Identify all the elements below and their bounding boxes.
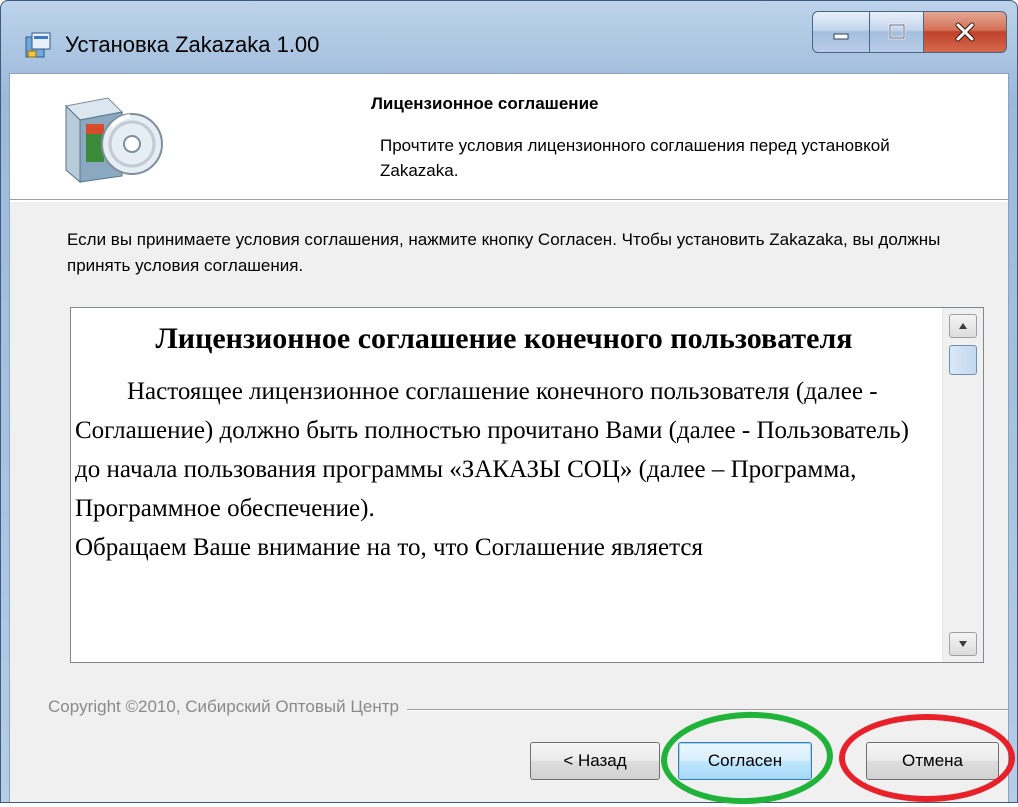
license-text-box[interactable]: Лицензионное соглашение конечного пользо…: [70, 307, 984, 663]
title-bar[interactable]: Установка Zakazaka 1.00: [1, 1, 1017, 73]
back-button[interactable]: < Назад: [530, 742, 660, 780]
cancel-button[interactable]: Отмена: [866, 742, 999, 780]
header-title: Лицензионное соглашение: [371, 94, 599, 113]
window-controls: [812, 11, 1007, 53]
license-paragraph: Обращаем Ваше внимание на то, что Соглаш…: [75, 534, 703, 561]
wizard-header: Лицензионное соглашение Прочтите условия…: [10, 74, 1008, 202]
license-heading: Лицензионное соглашение конечного пользо…: [155, 322, 853, 355]
copyright-text: Copyright ©2010, Сибирский Оптовый Центр: [48, 697, 407, 717]
window-title: Установка Zakazaka 1.00: [65, 32, 320, 57]
instruction-text: Если вы принимаете условия соглашения, н…: [67, 230, 941, 275]
header-subtitle: Прочтите условия лицензионного соглашени…: [380, 136, 890, 180]
maximize-button[interactable]: [870, 11, 924, 53]
agree-button[interactable]: Согласен: [678, 742, 812, 780]
license-content: Лицензионное соглашение конечного пользо…: [71, 308, 937, 662]
installer-window: Установка Zakazaka 1.00 Лицензионное сог…: [0, 0, 1018, 807]
license-body: Настоящее лицензионное соглашение конечн…: [71, 372, 937, 567]
license-scrollbar[interactable]: [942, 308, 983, 662]
installer-box-cd-icon: [60, 84, 170, 184]
close-button[interactable]: [924, 11, 1007, 53]
setup-app-icon: [23, 31, 53, 61]
scroll-up-arrow-icon: [959, 323, 967, 329]
minimize-button[interactable]: [812, 11, 870, 53]
scroll-up-button[interactable]: [949, 314, 977, 338]
minimize-icon: [833, 33, 849, 40]
close-icon: [955, 22, 975, 42]
scroll-thumb[interactable]: [949, 345, 977, 375]
scroll-down-button[interactable]: [949, 632, 977, 656]
dialog-client-area: Лицензионное соглашение Прочтите условия…: [9, 73, 1009, 802]
maximize-icon: [888, 23, 905, 40]
scroll-down-arrow-icon: [959, 641, 967, 647]
license-paragraph: Настоящее лицензионное соглашение конечн…: [75, 378, 909, 522]
